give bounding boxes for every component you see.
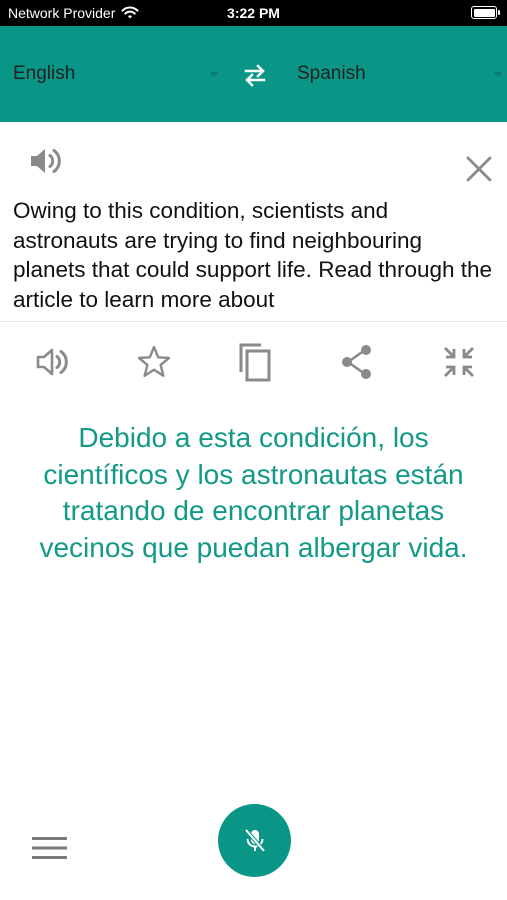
- share-icon: [342, 345, 371, 379]
- favorite-button[interactable]: [132, 340, 176, 384]
- collapse-button[interactable]: [437, 340, 481, 384]
- battery-icon: [471, 6, 500, 19]
- share-button[interactable]: [335, 340, 379, 384]
- copy-icon: [239, 343, 271, 382]
- collapse-icon: [444, 347, 474, 377]
- speaker-icon: [36, 348, 68, 376]
- star-icon: [137, 345, 171, 377]
- mic-off-icon: [243, 828, 266, 852]
- swap-icon: [244, 64, 266, 87]
- swap-languages-button[interactable]: [240, 62, 270, 88]
- listen-source-button[interactable]: [28, 144, 66, 178]
- speaker-icon: [31, 149, 61, 173]
- clock: 3:22 PM: [227, 5, 280, 21]
- copy-button[interactable]: [233, 340, 277, 384]
- status-bar: Network Provider 3:22 PM: [0, 0, 507, 26]
- battery-level: [473, 8, 495, 17]
- menu-icon: [32, 837, 67, 859]
- menu-button[interactable]: [30, 835, 70, 861]
- close-icon: [466, 156, 492, 182]
- source-language-select[interactable]: English: [13, 62, 218, 86]
- microphone-button[interactable]: [218, 804, 291, 877]
- clear-text-button[interactable]: [464, 154, 494, 184]
- source-language-label: English: [13, 63, 76, 84]
- chevron-down-icon: [210, 72, 218, 77]
- source-text-panel: Owing to this condition, scientists and …: [0, 122, 507, 322]
- source-text-input[interactable]: Owing to this condition, scientists and …: [13, 196, 498, 314]
- chevron-down-icon: [494, 72, 502, 77]
- target-language-label: Spanish: [297, 63, 366, 84]
- listen-translation-button[interactable]: [32, 340, 76, 384]
- target-language-select[interactable]: Spanish: [297, 62, 502, 86]
- translated-text: Debido a esta condición, los científicos…: [39, 422, 468, 563]
- language-bar: English Spanish: [0, 26, 507, 122]
- translation-actions: [0, 340, 507, 386]
